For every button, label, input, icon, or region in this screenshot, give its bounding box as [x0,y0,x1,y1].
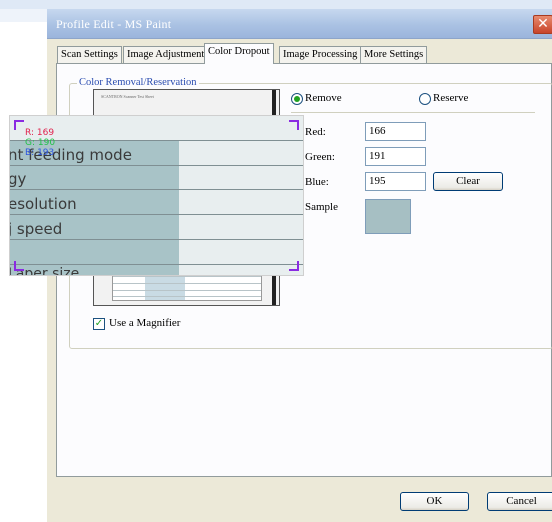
preview-table-line [113,276,261,277]
close-button[interactable]: ✕ [533,15,552,34]
magnifier-red-readout: R: 169 [25,128,55,138]
remove-label: Remove [305,92,342,104]
sample-label: Sample [305,201,338,213]
magnifier-green-readout: G: 190 [25,138,56,148]
cancel-button[interactable]: Cancel [487,492,552,511]
reserve-label: Reserve [433,92,469,104]
group-title: Color Removal/Reservation [77,77,199,88]
magnified-text: esolution [9,195,77,213]
magnified-text: j speed [9,220,63,238]
use-magnifier-checkbox[interactable]: ✓ [93,318,105,330]
magnifier-overlay: nt feeding mode gy esolution j speed Lap… [9,115,304,276]
magnified-line [10,214,303,215]
desktop-background [0,0,552,9]
green-field[interactable]: 191 [365,147,426,166]
magnified-line [10,189,303,190]
blue-field[interactable]: 195 [365,172,426,191]
tab-image-adjustment[interactable]: Image Adjustment [123,46,209,63]
magnified-line [10,264,303,265]
preview-caption: SCANTRON Scanner Test Sheet [101,94,154,99]
blue-label: Blue: [305,176,329,188]
tab-scan-settings[interactable]: Scan Settings [57,46,122,63]
red-label: Red: [305,126,326,138]
preview-table-line [113,283,261,284]
close-icon: ✕ [537,16,549,32]
tab-image-processing[interactable]: Image Processing [279,46,362,63]
green-label: Green: [305,151,335,163]
clear-button[interactable]: Clear [433,172,503,191]
remove-radio[interactable] [291,93,303,105]
tab-more-settings[interactable]: More Settings [360,46,428,63]
magnifier-corner-mark [289,261,299,271]
magnified-line [10,239,303,240]
preview-table-line [113,296,261,297]
ok-button[interactable]: OK [400,492,469,511]
magnified-line [10,165,303,166]
magnifier-corner-mark [14,120,24,130]
window-title: Profile Edit - MS Paint [56,17,172,31]
magnifier-blue-readout: B: 193 [25,148,55,158]
preview-table-line [113,290,261,291]
magnifier-corner-mark [289,120,299,130]
red-field[interactable]: 166 [365,122,426,141]
magnifier-corner-mark [14,261,24,271]
tab-color-dropout[interactable]: Color Dropout [204,43,274,64]
reserve-radio[interactable] [419,93,431,105]
magnified-text: gy [9,170,27,188]
use-magnifier-label: Use a Magnifier [109,317,181,329]
desktop-background-left [0,9,47,22]
title-bar[interactable]: Profile Edit - MS Paint ✕ [47,9,552,39]
sample-swatch [365,199,411,234]
separator [291,112,535,113]
